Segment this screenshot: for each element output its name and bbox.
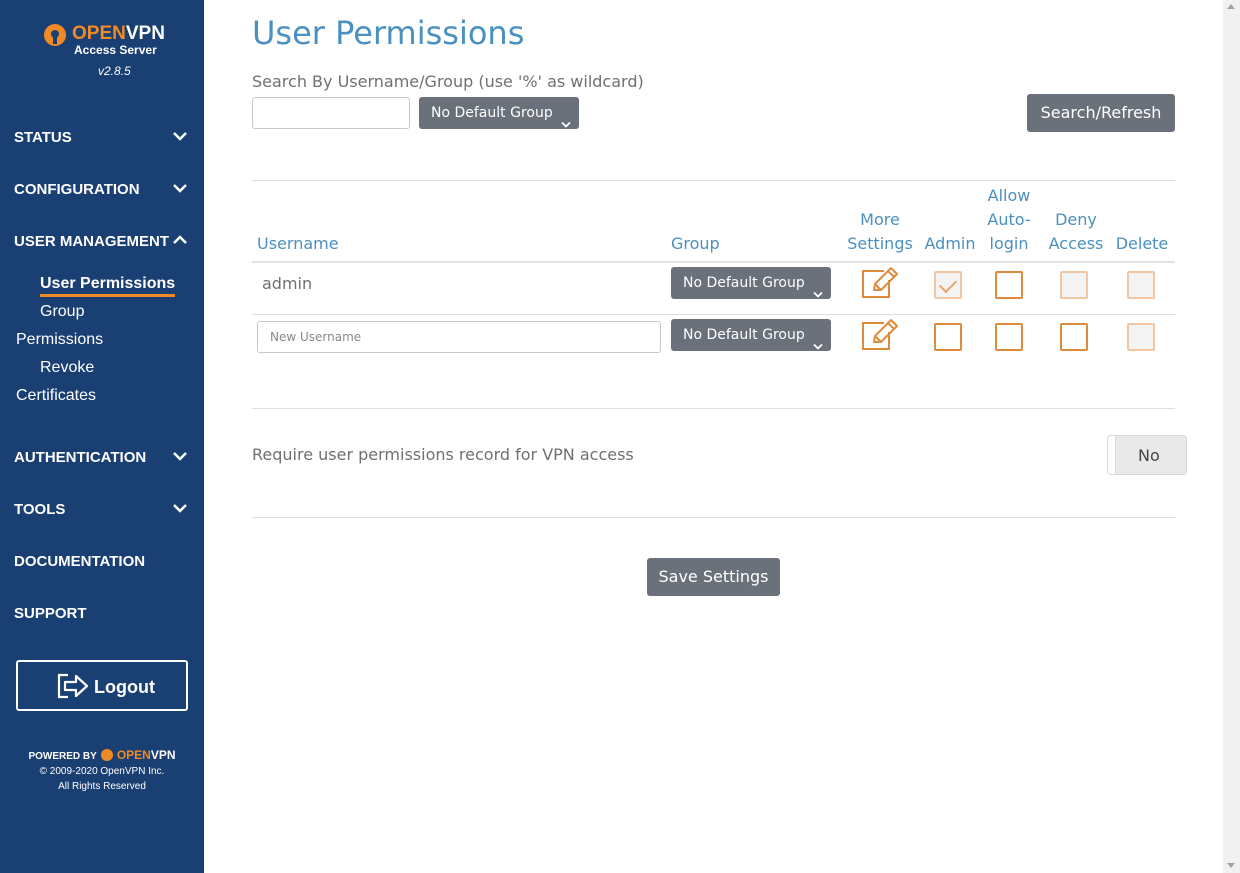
header-allow-autologin: Allow Auto- login (984, 184, 1034, 256)
chevron-down-icon (172, 181, 187, 195)
nav-authentication[interactable]: AUTHENTICATION (14, 445, 190, 471)
logout-label: Logout (94, 677, 155, 697)
sidebar: OPENVPN Access Server v2.8.5 STATUS CONF… (0, 0, 204, 873)
nav-documentation-label: DOCUMENTATION (14, 553, 146, 570)
header-allow-line3: login (989, 234, 1029, 253)
chevron-down-icon (172, 449, 187, 463)
header-delete: Delete (1115, 234, 1169, 253)
scroll-down-icon[interactable] (1227, 863, 1235, 868)
new-row-admin-checkbox[interactable] (934, 323, 962, 351)
row-username: admin (262, 274, 313, 293)
header-deny-access: Deny Access (1044, 208, 1108, 256)
subnav-permissions[interactable]: Permissions (16, 331, 103, 349)
rights-reserved: All Rights Reserved (58, 781, 146, 792)
row-deny-checkbox[interactable] (1060, 271, 1088, 299)
header-username: Username (257, 234, 339, 253)
row-delete-checkbox[interactable] (1127, 271, 1155, 299)
save-settings-button[interactable]: Save Settings (647, 558, 780, 596)
scroll-up-icon[interactable] (1227, 4, 1235, 9)
search-label: Search By Username/Group (use '%' as wil… (252, 72, 644, 91)
subnav-group[interactable]: Group (40, 303, 84, 321)
openvpn-logo-icon (100, 749, 113, 761)
powered-by-label: POWERED BY (28, 751, 97, 762)
new-row-deny-checkbox[interactable] (1060, 323, 1088, 351)
nav-support[interactable]: SUPPORT (14, 601, 190, 627)
footer-vpn: VPN (150, 748, 176, 762)
nav-tools-label: TOOLS (14, 501, 66, 518)
header-deny-line1: Deny (1055, 210, 1097, 229)
require-permissions-label: Require user permissions record for VPN … (252, 445, 634, 464)
header-more-settings-line2: Settings (847, 234, 913, 253)
require-permissions-toggle[interactable]: No (1107, 435, 1187, 475)
logout-button[interactable]: Logout (16, 660, 188, 711)
subnav-user-permissions[interactable]: User Permissions (40, 275, 176, 297)
header-allow-line2: Auto- (987, 210, 1031, 229)
new-row-delete-checkbox[interactable] (1127, 323, 1155, 351)
nav-tools[interactable]: TOOLS (14, 497, 190, 523)
main-content: User Permissions Search By Username/Grou… (204, 0, 1223, 873)
chevron-down-icon (561, 109, 571, 128)
divider (252, 408, 1175, 409)
header-group: Group (671, 234, 720, 253)
row-group-value: No Default Group (683, 275, 805, 291)
header-admin: Admin (924, 234, 976, 253)
openvpn-logo-icon (44, 24, 66, 46)
chevron-down-icon (172, 129, 187, 143)
row-group-select[interactable]: No Default Group (671, 267, 831, 299)
row-admin-checkbox[interactable] (934, 271, 962, 299)
nav-authentication-label: AUTHENTICATION (14, 449, 147, 466)
header-more-settings-line1: More (860, 210, 900, 229)
nav-documentation[interactable]: DOCUMENTATION (14, 549, 190, 575)
header-allow-line1: Allow (987, 186, 1031, 205)
new-row-group-select[interactable]: No Default Group (671, 319, 831, 351)
chevron-down-icon (172, 501, 187, 515)
logo-subtitle: Access Server (74, 43, 157, 57)
new-username-input[interactable] (257, 321, 661, 353)
openvpn-logo[interactable]: OPENVPN Access Server (44, 23, 184, 58)
nav-support-label: SUPPORT (14, 605, 87, 622)
logo-wordmark: OPENVPN (72, 23, 165, 44)
toggle-label: No (1138, 446, 1160, 465)
new-row-autologin-checkbox[interactable] (995, 323, 1023, 351)
subnav-revoke[interactable]: Revoke (40, 359, 94, 377)
logout-icon (56, 672, 90, 700)
search-input[interactable] (252, 97, 410, 129)
toggle-knob (1108, 436, 1116, 474)
chevron-down-icon (813, 279, 823, 298)
divider (252, 180, 1175, 181)
divider (252, 517, 1175, 518)
page-title: User Permissions (252, 14, 525, 52)
edit-icon[interactable] (860, 318, 900, 352)
footer-open: OPEN (116, 748, 151, 762)
scrollbar[interactable] (1223, 0, 1240, 873)
subnav-certificates[interactable]: Certificates (16, 387, 96, 405)
header-deny-line2: Access (1048, 234, 1104, 253)
nav-status-label: STATUS (14, 129, 72, 146)
chevron-down-icon (813, 331, 823, 350)
table-header-divider (252, 261, 1175, 263)
copyright: © 2009-2020 OpenVPN Inc. (39, 766, 165, 777)
chevron-up-icon (172, 233, 187, 247)
nav-user-management[interactable]: USER MANAGEMENT (14, 229, 190, 255)
version-label: v2.8.5 (98, 64, 131, 78)
group-filter-value: No Default Group (431, 105, 553, 121)
row-autologin-checkbox[interactable] (995, 271, 1023, 299)
new-row-group-value: No Default Group (683, 327, 805, 343)
nav-configuration-label: CONFIGURATION (14, 181, 140, 198)
row-divider (252, 314, 1175, 315)
nav-status[interactable]: STATUS (14, 125, 190, 151)
nav-configuration[interactable]: CONFIGURATION (14, 177, 190, 203)
header-more-settings: More Settings (844, 208, 916, 256)
group-filter-select[interactable]: No Default Group (419, 97, 579, 129)
powered-by-footer: POWERED BY OPENVPN © 2009-2020 OpenVPN In… (0, 748, 204, 792)
nav-user-management-label: USER MANAGEMENT (14, 233, 170, 250)
edit-icon[interactable] (860, 266, 900, 300)
search-refresh-button[interactable]: Search/Refresh (1027, 94, 1175, 132)
